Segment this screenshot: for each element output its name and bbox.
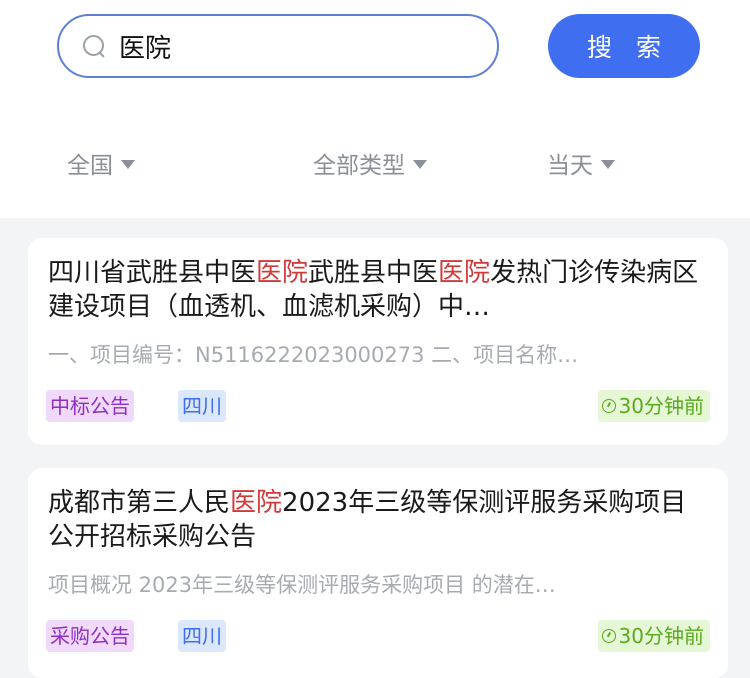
caret-down-icon (413, 159, 427, 169)
search-input[interactable] (119, 31, 449, 61)
keyword-highlight: 医院 (256, 258, 309, 288)
keyword-highlight: 医院 (438, 258, 491, 288)
region-badge: 四川 (178, 620, 226, 652)
search-button[interactable]: 搜 索 (548, 14, 700, 78)
caret-down-icon (601, 159, 615, 169)
filter-region[interactable]: 全国 (67, 146, 135, 180)
time-label: 30分钟前 (618, 624, 704, 648)
filter-time[interactable]: 当天 (547, 146, 615, 180)
filter-type-label: 全部类型 (313, 153, 405, 179)
region-badge: 四川 (178, 390, 226, 422)
result-description: 项目概况 2023年三级等保测评服务采购项目 的潜在… (48, 573, 556, 597)
time-label: 30分钟前 (618, 394, 704, 418)
result-card[interactable]: 四川省武胜县中医医院武胜县中医医院发热门诊传染病区建设项目（血透机、血滤机采购）… (28, 238, 728, 445)
filter-bar: 全国 全部类型 当天 (0, 110, 750, 218)
search-icon (81, 33, 107, 59)
keyword-highlight: 医院 (230, 488, 283, 518)
time-badge: 30分钟前 (597, 620, 710, 652)
search-box[interactable] (57, 14, 499, 78)
search-bar: 搜 索 (0, 0, 750, 110)
caret-down-icon (121, 159, 135, 169)
filter-time-label: 当天 (547, 153, 593, 179)
results-list: 四川省武胜县中医医院武胜县中医医院发热门诊传染病区建设项目（血透机、血滤机采购）… (0, 218, 750, 678)
notice-type-badge: 中标公告 (46, 390, 134, 422)
clock-icon (601, 399, 616, 413)
notice-type-badge: 采购公告 (46, 620, 134, 652)
result-tags: 采购公告 四川 30分钟前 (46, 620, 710, 654)
result-title: 成都市第三人民医院2023年三级等保测评服务采购项目公开招标采购公告 (48, 488, 687, 552)
filter-region-label: 全国 (67, 153, 113, 179)
result-title: 四川省武胜县中医医院武胜县中医医院发热门诊传染病区建设项目（血透机、血滤机采购）… (48, 258, 699, 322)
clock-icon (601, 629, 616, 643)
result-tags: 中标公告 四川 30分钟前 (46, 390, 710, 424)
result-description: 一、项目编号：N5116222023000273 二、项目名称… (48, 343, 579, 367)
result-card[interactable]: 成都市第三人民医院2023年三级等保测评服务采购项目公开招标采购公告 项目概况 … (28, 468, 728, 678)
filter-type[interactable]: 全部类型 (313, 146, 427, 180)
time-badge: 30分钟前 (597, 390, 710, 422)
